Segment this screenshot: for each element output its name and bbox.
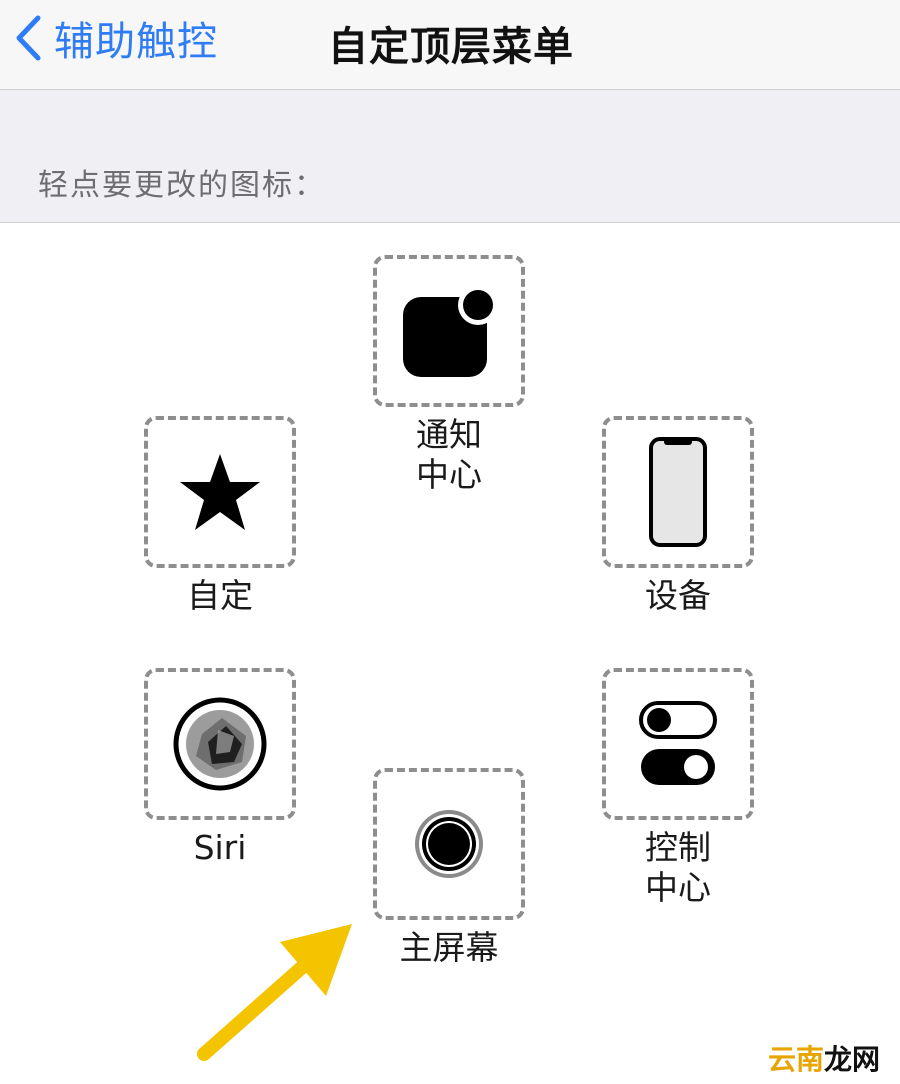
slot-device[interactable]: 设备 [602,416,754,616]
label-line-1: 通知 [416,415,482,454]
label-line-2: 中心 [645,868,711,907]
slot-siri-box[interactable] [144,668,296,820]
notification-icon [403,285,498,377]
slot-home[interactable]: 主屏幕 [373,768,525,968]
watermark-part-2: 龙网 [824,1043,881,1076]
slot-home-box[interactable] [373,768,525,920]
toggles-icon [639,701,717,785]
slot-control-center[interactable]: 控制 中心 [602,668,754,908]
slot-control-center-box[interactable] [602,668,754,820]
watermark: 云南龙网 [764,1038,885,1076]
page-title: 自定顶层菜单 [328,24,574,70]
home-button-icon [415,810,483,878]
back-button[interactable]: 辅助触控 [14,12,218,65]
navigation-bar: 辅助触控 自定顶层菜单 [0,0,900,90]
slot-control-center-label: 控制 中心 [602,828,754,908]
slot-notification-center-label: 通知 中心 [373,415,525,495]
slot-device-box[interactable] [602,416,754,568]
watermark-part-1: 云南 [768,1043,825,1076]
arrow-pointer-icon [197,924,352,1061]
slot-notification-center[interactable]: 通知 中心 [373,255,525,495]
slot-custom-box[interactable] [144,416,296,568]
back-button-label: 辅助触控 [54,19,218,65]
chevron-left-icon [16,15,41,61]
section-header: 轻点要更改的图标： [0,90,900,223]
slot-notification-center-box[interactable] [373,255,525,407]
slot-siri-label: Siri [193,828,247,867]
siri-icon [173,697,267,791]
slot-siri[interactable]: Siri [144,668,296,868]
label-line-1: 控制 [645,828,711,867]
iphone-icon [649,437,707,547]
slot-custom-label: 自定 [187,576,253,615]
slot-device-label: 设备 [645,576,711,615]
section-header-text: 轻点要更改的图标： [38,168,326,203]
label-line-2: 中心 [416,455,482,494]
slot-home-label: 主屏幕 [399,928,499,967]
slot-custom[interactable]: 自定 [144,416,296,616]
star-icon [180,454,260,530]
